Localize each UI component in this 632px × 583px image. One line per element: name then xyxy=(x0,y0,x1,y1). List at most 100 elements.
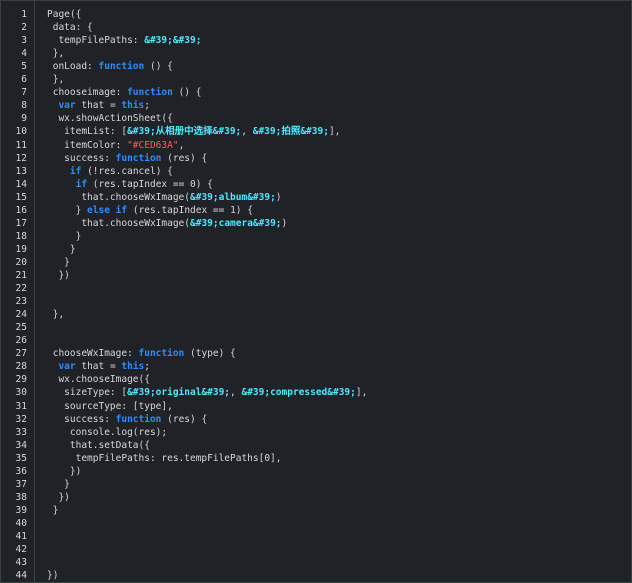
code-line[interactable]: }, xyxy=(35,73,631,86)
code-line-text: } xyxy=(47,256,70,268)
code-line[interactable] xyxy=(35,282,631,295)
code-line[interactable] xyxy=(35,517,631,530)
code-line-text: onLoad: function () { xyxy=(47,61,173,73)
code-line-text: wx.showActionSheet({ xyxy=(47,113,173,125)
code-line[interactable]: } else if (res.tapIndex == 1) { xyxy=(35,204,631,217)
code-line[interactable]: chooseimage: function () { xyxy=(35,86,631,99)
line-number: 18 xyxy=(15,230,27,242)
code-line[interactable]: tempFilePaths: res.tempFilePaths[0], xyxy=(35,452,631,465)
code-line[interactable]: sourceType: [type], xyxy=(35,400,631,413)
code-line-text: that.chooseWxImage(&#39;album&#39;) xyxy=(47,191,282,203)
code-line[interactable]: that.setData({ xyxy=(35,439,631,452)
line-number: 29 xyxy=(15,374,27,386)
code-line[interactable]: console.log(res); xyxy=(35,426,631,439)
line-number: 21 xyxy=(15,270,27,281)
code-line[interactable]: if (!res.cancel) { xyxy=(35,165,631,178)
code-line[interactable]: success: function (res) { xyxy=(35,152,631,165)
code-line[interactable]: } xyxy=(35,243,631,256)
code-line-text: } xyxy=(47,230,82,242)
code-line[interactable]: that.chooseWxImage(&#39;camera&#39;) xyxy=(35,217,631,230)
code-line-text: itemColor: "#CED63A", xyxy=(47,139,185,151)
code-line[interactable]: }) xyxy=(35,465,631,478)
code-line-text: }) xyxy=(47,570,59,582)
code-line-text: } xyxy=(47,243,76,255)
line-number: 13 xyxy=(15,165,27,177)
code-line[interactable] xyxy=(35,321,631,334)
line-number: 38 xyxy=(15,491,27,503)
code-line[interactable] xyxy=(35,334,631,347)
code-line[interactable]: success: function (res) { xyxy=(35,413,631,426)
line-number: 5 xyxy=(21,61,27,73)
code-line-text: wx.chooseImage({ xyxy=(47,374,150,386)
line-number: 17 xyxy=(15,217,27,229)
code-line-text: sourceType: [type], xyxy=(47,400,173,412)
code-line[interactable]: } xyxy=(35,256,631,269)
line-number: 3 xyxy=(21,35,27,47)
code-line[interactable]: data: { xyxy=(35,21,631,34)
code-line-text: } xyxy=(47,504,59,516)
line-number: 27 xyxy=(15,348,27,360)
line-number: 15 xyxy=(15,191,27,203)
code-line[interactable]: onLoad: function () { xyxy=(35,60,631,73)
line-number: 42 xyxy=(15,544,27,556)
code-line[interactable]: if (res.tapIndex == 0) { xyxy=(35,178,631,191)
line-number: 44 xyxy=(15,570,27,582)
code-line-text: that.chooseWxImage(&#39;camera&#39;) xyxy=(47,217,288,229)
code-area[interactable]: Page({ data: { tempFilePaths: &#39;&#39;… xyxy=(35,1,631,582)
line-number: 10 xyxy=(15,126,27,138)
code-line[interactable] xyxy=(35,295,631,308)
code-line[interactable]: sizeType: [&#39;original&#39;, &#39;comp… xyxy=(35,386,631,399)
line-number: 2 xyxy=(21,22,27,34)
code-line[interactable]: }) xyxy=(35,569,631,582)
line-number: 32 xyxy=(15,413,27,425)
code-line[interactable]: tempFilePaths: &#39;&#39; xyxy=(35,34,631,47)
code-line-text: that.setData({ xyxy=(47,439,150,451)
code-line-text: }) xyxy=(47,270,70,281)
code-line[interactable]: }, xyxy=(35,308,631,321)
code-line[interactable] xyxy=(35,530,631,543)
line-number: 7 xyxy=(21,87,27,99)
line-number: 1 xyxy=(21,9,27,20)
code-line[interactable]: }) xyxy=(35,491,631,504)
line-number: 41 xyxy=(15,531,27,542)
code-line[interactable]: } xyxy=(35,478,631,491)
code-line[interactable]: itemList: [&#39;从相册中选择&#39;, &#39;拍照&#39… xyxy=(35,125,631,138)
line-number: 30 xyxy=(15,387,27,399)
code-line[interactable]: } xyxy=(35,504,631,517)
code-line-text: data: { xyxy=(47,22,93,34)
line-number: 28 xyxy=(15,361,27,373)
code-line[interactable]: Page({ xyxy=(35,8,631,21)
code-editor[interactable]: Page({ data: { tempFilePaths: &#39;&#39;… xyxy=(0,0,632,583)
line-number: 22 xyxy=(15,283,27,295)
line-number: 33 xyxy=(15,426,27,438)
code-line[interactable]: } xyxy=(35,230,631,243)
code-line[interactable]: chooseWxImage: function (type) { xyxy=(35,347,631,360)
code-line-text: }, xyxy=(47,309,65,321)
code-line[interactable] xyxy=(35,556,631,569)
code-line[interactable]: var that = this; xyxy=(35,99,631,112)
code-line-text: }, xyxy=(47,48,65,60)
code-line[interactable]: itemColor: "#CED63A", xyxy=(35,139,631,152)
code-line-text: success: function (res) { xyxy=(47,152,208,164)
line-number: 34 xyxy=(15,439,27,451)
code-line[interactable]: that.chooseWxImage(&#39;album&#39;) xyxy=(35,191,631,204)
code-line[interactable]: }) xyxy=(35,269,631,282)
line-number: 36 xyxy=(15,465,27,477)
code-line[interactable] xyxy=(35,543,631,556)
code-line[interactable]: wx.chooseImage({ xyxy=(35,373,631,386)
code-line-text: }, xyxy=(47,74,65,86)
code-line-text: console.log(res); xyxy=(47,426,168,438)
line-number: 40 xyxy=(15,517,27,529)
code-line[interactable]: var that = this; xyxy=(35,360,631,373)
code-line-text: Page({ xyxy=(47,9,82,20)
code-line-text: } else if (res.tapIndex == 1) { xyxy=(47,204,253,216)
code-line[interactable]: wx.showActionSheet({ xyxy=(35,112,631,125)
code-line-text: chooseWxImage: function (type) { xyxy=(47,348,236,360)
line-number: 43 xyxy=(15,557,27,569)
code-line[interactable]: }, xyxy=(35,47,631,60)
line-number: 39 xyxy=(15,504,27,516)
code-line-text: sizeType: [&#39;original&#39;, &#39;comp… xyxy=(47,387,368,399)
code-line-text: }) xyxy=(47,465,82,477)
line-number: 20 xyxy=(15,256,27,268)
line-number: 6 xyxy=(21,74,27,86)
